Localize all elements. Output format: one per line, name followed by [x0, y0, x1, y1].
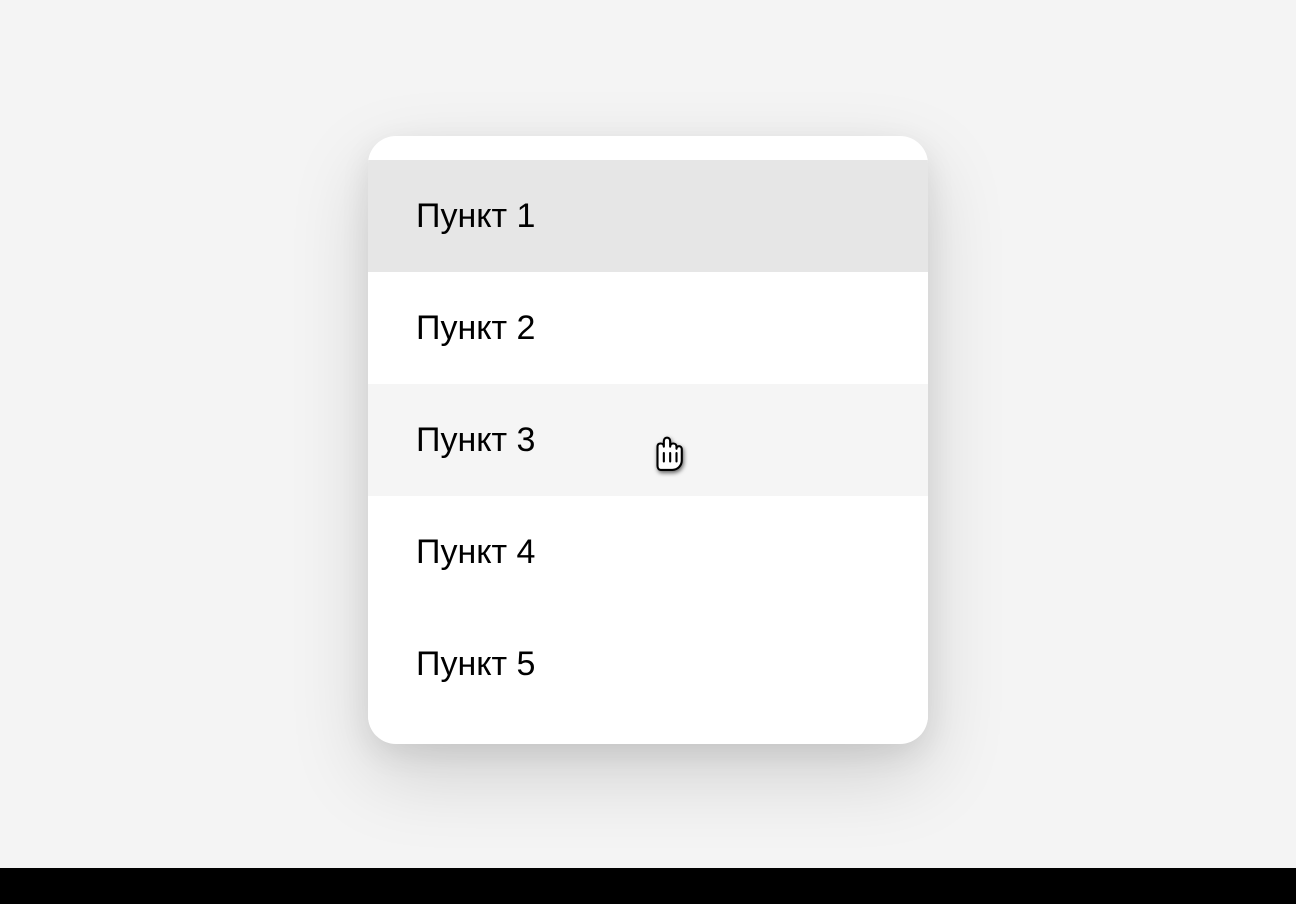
bottom-bar	[0, 868, 1296, 904]
menu-item-label: Пункт 2	[416, 309, 535, 348]
menu-item-label: Пункт 1	[416, 197, 535, 236]
menu-item-label: Пункт 4	[416, 533, 535, 572]
menu-item-3[interactable]: Пункт 3	[368, 384, 928, 496]
menu-list: Пункт 1 Пункт 2 Пункт 3 Пункт 4 Пункт 5	[368, 136, 928, 744]
menu-item-4[interactable]: Пункт 4	[368, 496, 928, 608]
menu-item-label: Пункт 5	[416, 645, 535, 684]
stage: Пункт 1 Пункт 2 Пункт 3 Пункт 4 Пункт 5	[0, 0, 1296, 904]
menu-item-1[interactable]: Пункт 1	[368, 160, 928, 272]
menu-item-5[interactable]: Пункт 5	[368, 608, 928, 720]
menu-item-label: Пункт 3	[416, 421, 535, 460]
menu-card: Пункт 1 Пункт 2 Пункт 3 Пункт 4 Пункт 5	[368, 136, 928, 744]
menu-item-2[interactable]: Пункт 2	[368, 272, 928, 384]
